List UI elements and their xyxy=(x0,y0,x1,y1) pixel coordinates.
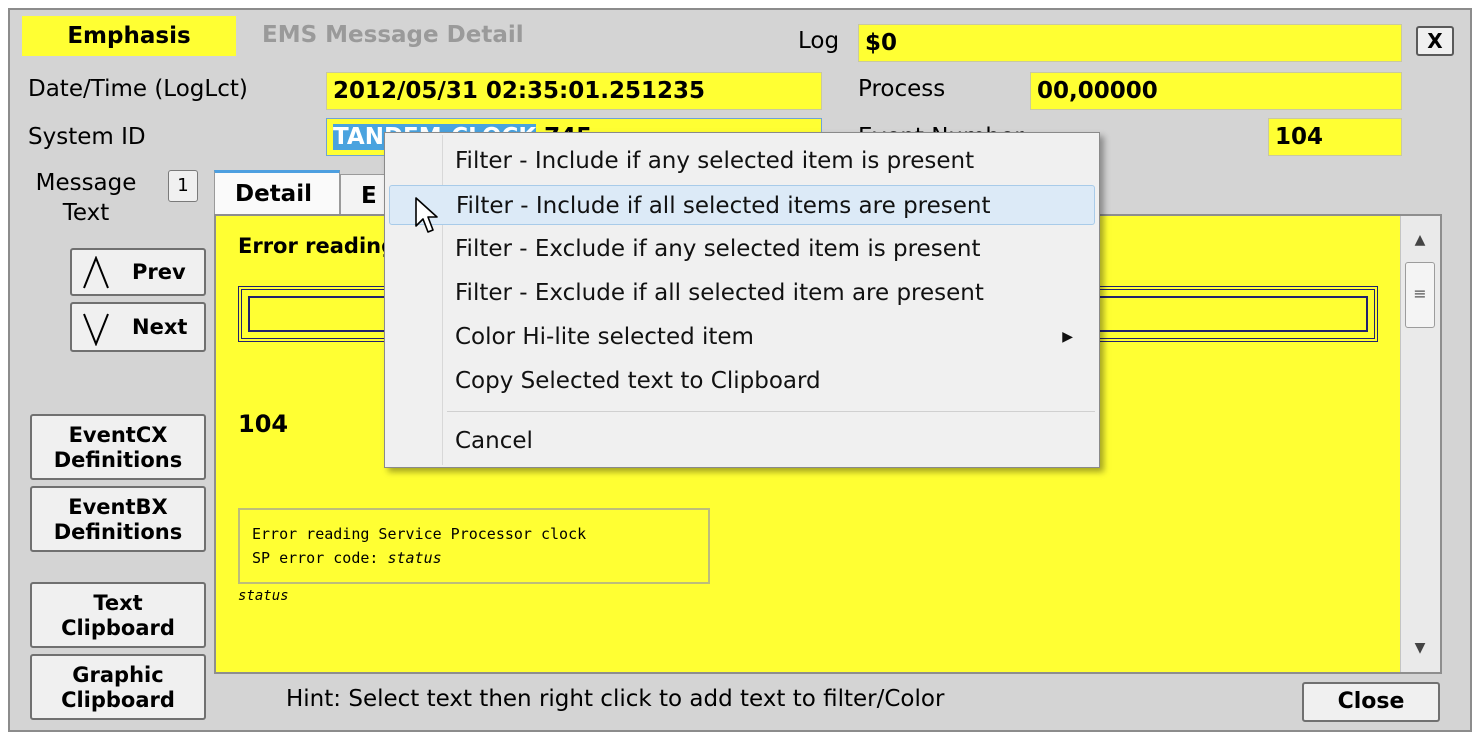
event-number-field[interactable]: 104 xyxy=(1268,118,1402,156)
context-menu: Filter - Include if any selected item is… xyxy=(384,132,1100,468)
content-scrollbar[interactable]: ▲ ≡ ▼ xyxy=(1400,216,1440,672)
window-title: EMS Message Detail xyxy=(262,22,524,48)
message-number-stepper[interactable]: 1 xyxy=(168,170,198,202)
menu-item-include-all[interactable]: Filter - Include if all selected items a… xyxy=(389,185,1095,225)
message-template-box: Error reading Service Processor clock SP… xyxy=(238,508,710,584)
menu-item-include-any[interactable]: Filter - Include if any selected item is… xyxy=(389,141,1095,181)
message-label-line1: Message xyxy=(35,170,137,196)
next-label: Next xyxy=(132,315,188,339)
prev-label: Prev xyxy=(132,260,186,284)
template-line2-prefix: SP error code: xyxy=(252,549,388,567)
graphic-clipboard-line1: Graphic xyxy=(72,663,164,687)
datetime-field[interactable]: 2012/05/31 02:35:01.251235 xyxy=(326,72,822,110)
menu-item-exclude-all[interactable]: Filter - Exclude if all selected item ar… xyxy=(389,273,1095,313)
variable-label: status xyxy=(238,588,289,604)
content-event-number: 104 xyxy=(238,410,289,438)
template-line1: Error reading Service Processor clock xyxy=(252,525,587,543)
prev-triangle-icon xyxy=(83,256,109,289)
graphic-clipboard-line2: Clipboard xyxy=(61,688,175,712)
menu-separator xyxy=(447,411,1095,412)
message-text-label: Message Text xyxy=(28,168,144,228)
eventcx-label-line1: EventCX xyxy=(68,423,168,447)
menu-item-cancel[interactable]: Cancel xyxy=(389,421,1095,461)
graphic-clipboard-button[interactable]: Graphic Clipboard xyxy=(30,654,206,720)
eventbx-label-line2: Definitions xyxy=(53,520,183,544)
scroll-thumb[interactable]: ≡ xyxy=(1405,262,1435,328)
scroll-up-icon[interactable]: ▲ xyxy=(1401,232,1439,248)
menu-item-exclude-any[interactable]: Filter - Exclude if any selected item is… xyxy=(389,229,1095,269)
datetime-label: Date/Time (LogLct) xyxy=(28,76,248,102)
submenu-arrow-icon: ▶ xyxy=(1062,329,1073,345)
log-label: Log xyxy=(798,28,840,54)
close-x-button[interactable]: X xyxy=(1416,26,1454,56)
system-id-label: System ID xyxy=(28,124,146,150)
menu-item-copy-clipboard[interactable]: Copy Selected text to Clipboard xyxy=(389,361,1095,401)
close-button[interactable]: Close xyxy=(1302,682,1440,722)
mouse-pointer-icon xyxy=(415,197,438,233)
prev-button[interactable]: Prev xyxy=(70,248,206,296)
eventbx-label-line1: EventBX xyxy=(68,495,168,519)
text-clipboard-line1: Text xyxy=(93,591,143,615)
text-clipboard-line2: Clipboard xyxy=(61,616,175,640)
message-label-line2: Text xyxy=(62,200,110,226)
next-button[interactable]: Next xyxy=(70,302,206,352)
eventcx-definitions-button[interactable]: EventCX Definitions xyxy=(30,414,206,480)
hint-text: Hint: Select text then right click to ad… xyxy=(286,686,945,712)
process-field[interactable]: 00,00000 xyxy=(1030,72,1402,110)
log-field[interactable]: $0 xyxy=(858,24,1402,62)
emphasis-tag: Emphasis xyxy=(22,16,236,56)
color-hilite-label: Color Hi-lite selected item xyxy=(455,324,754,350)
scroll-down-icon[interactable]: ▼ xyxy=(1401,640,1439,656)
template-line2-var: status xyxy=(387,549,442,567)
next-triangle-icon xyxy=(83,313,109,346)
menu-item-color-hilite[interactable]: Color Hi-lite selected item ▶ xyxy=(389,317,1095,357)
eventcx-label-line2: Definitions xyxy=(53,448,183,472)
tab-detail[interactable]: Detail xyxy=(214,170,340,214)
text-clipboard-button[interactable]: Text Clipboard xyxy=(30,582,206,648)
eventbx-definitions-button[interactable]: EventBX Definitions xyxy=(30,486,206,552)
process-label: Process xyxy=(858,76,946,102)
